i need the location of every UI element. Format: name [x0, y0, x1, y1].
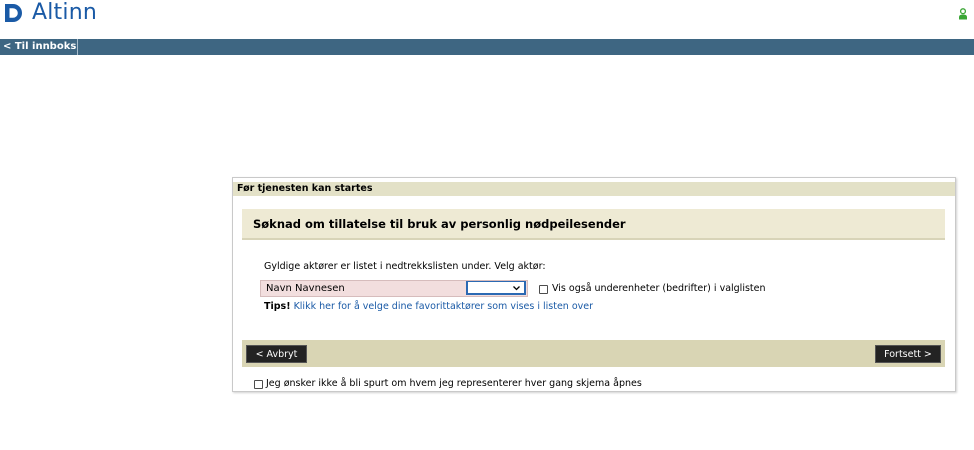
actor-instruction: Gyldige aktører er listet i nedtrekkslis… — [264, 261, 546, 272]
top-navbar: < Til innboks — [0, 39, 974, 55]
actor-select-value: Navn Navnesen — [266, 283, 345, 294]
form-title: Søknad om tillatelse til bruk av personl… — [242, 209, 945, 240]
actor-selection-dialog: Før tjenesten kan startes Søknad om till… — [232, 177, 956, 392]
chevron-down-icon — [513, 286, 520, 291]
actor-select[interactable]: Navn Navnesen — [260, 280, 528, 297]
tips-prefix: Tips! — [264, 301, 291, 312]
altinn-logo-icon — [5, 4, 22, 22]
favorite-actors-link[interactable]: Klikk her for å velge dine favorittaktør… — [294, 301, 593, 312]
altinn-logo[interactable]: Altinn — [2, 0, 97, 26]
dont-ask-again-label: Jeg ønsker ikke å bli spurt om hvem jeg … — [266, 378, 642, 389]
actor-select-dropdown-button[interactable] — [466, 281, 526, 295]
dont-ask-again-checkbox[interactable] — [254, 380, 263, 389]
action-bar: < Avbryt Fortsett > — [242, 340, 945, 367]
back-to-inbox-link[interactable]: < Til innboks — [0, 39, 78, 55]
show-subunits-checkbox[interactable] — [539, 285, 548, 294]
cancel-button[interactable]: < Avbryt — [246, 345, 307, 363]
user-icon[interactable] — [958, 8, 968, 20]
show-subunits-label: Vis også underenheter (bedrifter) i valg… — [552, 283, 766, 294]
logo-text: Altinn — [32, 0, 97, 25]
dialog-header: Før tjenesten kan startes — [233, 182, 955, 196]
tips-line: Tips! Klikk her for å velge dine favorit… — [264, 301, 593, 313]
continue-button[interactable]: Fortsett > — [875, 345, 941, 363]
